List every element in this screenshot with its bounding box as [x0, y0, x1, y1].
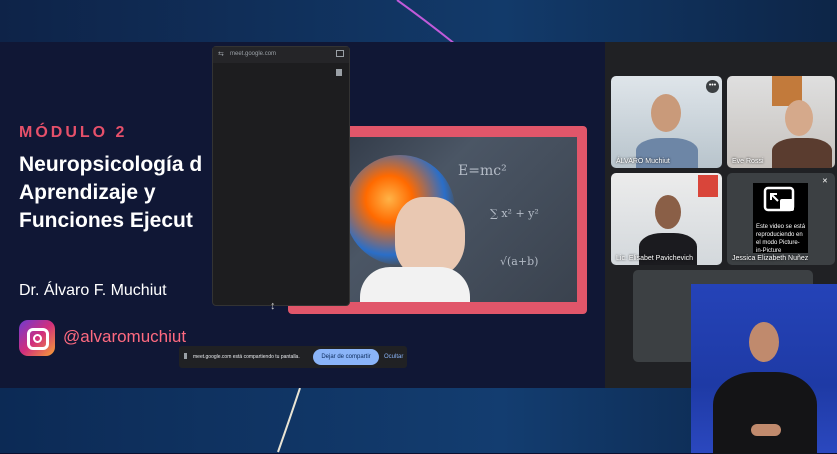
interpreter-body: [713, 372, 817, 454]
participant-tile[interactable]: Lic. Elisabet Pavichevich: [611, 173, 722, 265]
title-line: Neuropsicología d: [19, 153, 203, 176]
child-shirt: [360, 267, 470, 302]
pip-notice: Este video se está reproduciendo en el m…: [753, 183, 808, 254]
interpreter-hands: [751, 424, 781, 436]
participant-head: [785, 100, 813, 136]
title-line: Aprendizaje y: [19, 181, 156, 204]
picture-in-picture-icon: [763, 186, 795, 212]
camera-icon[interactable]: [336, 50, 344, 57]
participant-head: [655, 195, 681, 229]
participant-head: [651, 94, 681, 132]
participant-name: Jessica Elizabeth Nuñez: [732, 255, 809, 262]
picture-in-picture-window[interactable]: ⇆ meet.google.com: [212, 46, 350, 306]
wall-poster: [698, 175, 718, 197]
author-name: Dr. Álvaro F. Muchiut: [19, 282, 167, 299]
resize-handle-icon[interactable]: ↕: [270, 300, 276, 312]
decorative-line: [396, 0, 456, 45]
more-options-icon[interactable]: •••: [706, 80, 719, 93]
participant-name: Eve Rossi: [732, 158, 764, 165]
child-face: [395, 197, 465, 277]
photo-formula: √(a+b): [500, 255, 539, 268]
screen-share-bar: meet.google.com está compartiendo tu pan…: [179, 346, 407, 368]
participant-body: [772, 138, 832, 168]
photo-formula: ∑ x² + y²: [490, 207, 539, 220]
participant-name: Lic. Elisabet Pavichevich: [616, 255, 694, 262]
document-icon[interactable]: [336, 69, 342, 76]
hide-button[interactable]: Ocultar: [384, 354, 403, 360]
participant-tile[interactable]: ÁLVARO Muchiut: [611, 76, 722, 168]
participant-tile[interactable]: Eve Rossi: [727, 76, 835, 168]
mic-off-icon: ✕: [822, 178, 828, 185]
interpreter-head: [749, 322, 779, 362]
photo-formula: E=mc²: [458, 163, 507, 179]
sign-language-interpreter-video: [691, 284, 837, 454]
back-to-tab-icon[interactable]: ⇆: [218, 50, 224, 58]
stop-sharing-button[interactable]: Dejar de compartir: [313, 349, 379, 365]
pip-url: meet.google.com: [230, 51, 277, 57]
participant-name: ÁLVARO Muchiut: [616, 158, 670, 165]
instagram-handle: @alvaromuchiut: [63, 327, 187, 346]
drag-handle-icon[interactable]: [184, 353, 187, 359]
share-message: meet.google.com está compartiendo tu pan…: [193, 354, 300, 360]
decorative-curve: [277, 388, 301, 453]
slide-title: Neuropsicología d Aprendizaje y Funcione…: [19, 151, 239, 235]
module-label: MÓDULO 2: [19, 124, 128, 141]
instagram-icon: [19, 320, 55, 356]
pip-notice-text: Este video se está reproduciendo en el m…: [756, 224, 806, 254]
title-line: Funciones Ejecut: [19, 209, 193, 232]
pip-title-bar[interactable]: ⇆ meet.google.com: [213, 47, 349, 63]
